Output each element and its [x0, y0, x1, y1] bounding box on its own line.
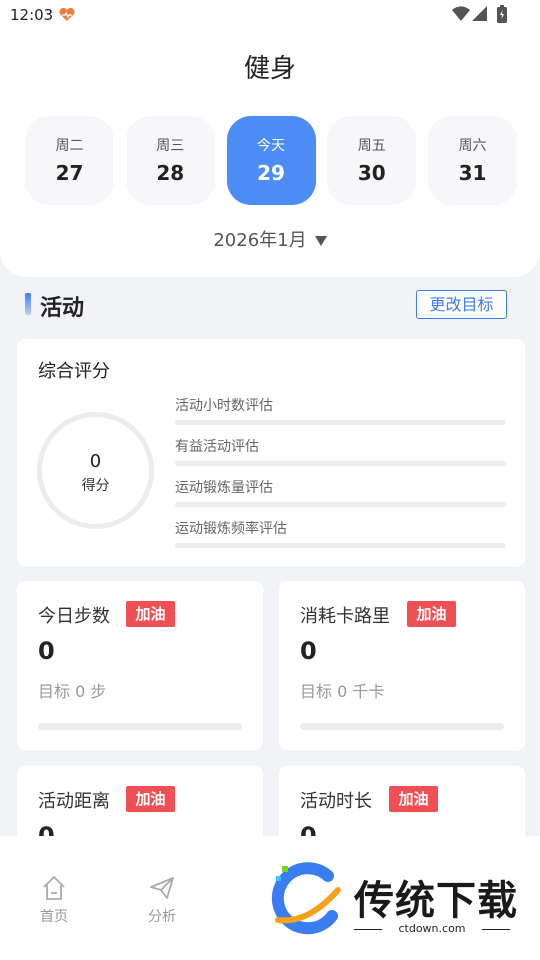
stat-progress-bar: [300, 723, 504, 730]
day-item[interactable]: 周六 31: [428, 116, 517, 205]
cheer-badge: 加油: [126, 786, 175, 812]
metric-item: 活动小时数评估: [175, 395, 506, 436]
stat-goal: 目标 0 步: [38, 682, 107, 701]
day-weekday: 今天: [257, 138, 285, 154]
day-weekday: 周五: [357, 138, 386, 154]
metric-name: 有益活动评估: [175, 439, 259, 455]
stat-value: 0: [38, 637, 55, 665]
calories-card[interactable]: 消耗卡路里 加油 0 目标 0 千卡: [279, 581, 525, 750]
day-weekday: 周三: [156, 138, 185, 154]
metric-item: 有益活动评估: [175, 436, 506, 477]
day-weekday: 周二: [55, 138, 84, 154]
metric-progress-bar: [175, 420, 506, 425]
section-accent-bar: [25, 293, 31, 315]
watermark-logo: [271, 862, 341, 935]
metric-list: 活动小时数评估 有益活动评估 运动锻炼量评估 运动锻炼频率评估: [175, 395, 506, 559]
day-date: 29: [257, 161, 285, 185]
date-selector: 周二 27 周三 28 今天 29 周五 30 周六 31: [25, 116, 517, 206]
stat-progress-bar: [38, 723, 242, 730]
day-item[interactable]: 周三 28: [125, 116, 215, 205]
stat-value: 0: [300, 637, 317, 665]
watermark: 传统下载 ctdown.com: [268, 862, 518, 938]
day-item-today[interactable]: 今天 29: [226, 116, 316, 205]
metric-progress-bar: [175, 502, 506, 507]
day-date: 27: [55, 161, 84, 185]
wifi-icon: [452, 6, 470, 22]
day-date: 28: [156, 161, 185, 185]
tab-label: 分析: [148, 909, 176, 925]
paper-plane-icon: [150, 877, 174, 899]
score-value: 0: [89, 451, 102, 472]
status-time: 12:03: [10, 6, 54, 24]
card-title: 综合评分: [38, 361, 110, 382]
score-label: 得分: [81, 478, 110, 494]
metric-progress-bar: [175, 461, 506, 466]
day-item[interactable]: 周五 30: [327, 116, 417, 205]
month-selector[interactable]: 2026年1月: [0, 226, 540, 252]
tab-label: 首页: [40, 909, 68, 925]
day-date: 30: [357, 161, 386, 185]
overall-score-card: 综合评分 0 得分 活动小时数评估 有益活动评估 运动锻炼量评估 运动锻炼频率评…: [17, 339, 525, 566]
day-weekday: 周六: [458, 138, 487, 154]
metric-name: 运动锻炼频率评估: [175, 521, 287, 537]
watermark-name: 传统下载: [354, 878, 518, 924]
signal-icon: [472, 6, 487, 21]
stat-label: 活动时长: [300, 791, 372, 812]
activity-section-header: 活动 更改目标: [25, 290, 515, 322]
metric-name: 运动锻炼量评估: [175, 480, 273, 496]
metric-name: 活动小时数评估: [175, 398, 273, 414]
steps-card[interactable]: 今日步数 加油 0 目标 0 步: [17, 581, 263, 750]
metric-item: 运动锻炼频率评估: [175, 518, 506, 559]
month-label: 2026年1月: [213, 230, 307, 251]
day-item[interactable]: 周二 27: [25, 116, 114, 205]
cheer-badge: 加油: [389, 786, 438, 812]
stat-label: 今日步数: [38, 606, 110, 627]
home-icon: [43, 876, 65, 900]
battery-icon: [497, 5, 507, 23]
tab-home[interactable]: 首页: [24, 874, 84, 926]
change-goal-button[interactable]: 更改目标: [416, 290, 507, 319]
day-date: 31: [458, 161, 487, 185]
stat-label: 活动距离: [38, 791, 110, 812]
stat-goal: 目标 0 千卡: [300, 682, 385, 701]
page-title: 健身: [243, 54, 296, 84]
score-ring: 0 得分: [37, 412, 154, 529]
metric-progress-bar: [175, 543, 506, 548]
health-app-icon: [59, 8, 75, 21]
status-bar: 12:03: [0, 0, 540, 30]
tab-analysis[interactable]: 分析: [132, 874, 192, 926]
divider: [482, 929, 510, 930]
cheer-badge: 加油: [407, 601, 456, 627]
stat-label: 消耗卡路里: [300, 606, 390, 627]
metric-item: 运动锻炼量评估: [175, 477, 506, 518]
section-title: 活动: [40, 296, 85, 321]
cheer-badge: 加油: [126, 601, 175, 627]
caret-down-icon: [314, 236, 327, 246]
header-panel: 12:03 健身 周二 27 周三 28 今天 29 周五 30 周六 31 2…: [0, 0, 540, 277]
